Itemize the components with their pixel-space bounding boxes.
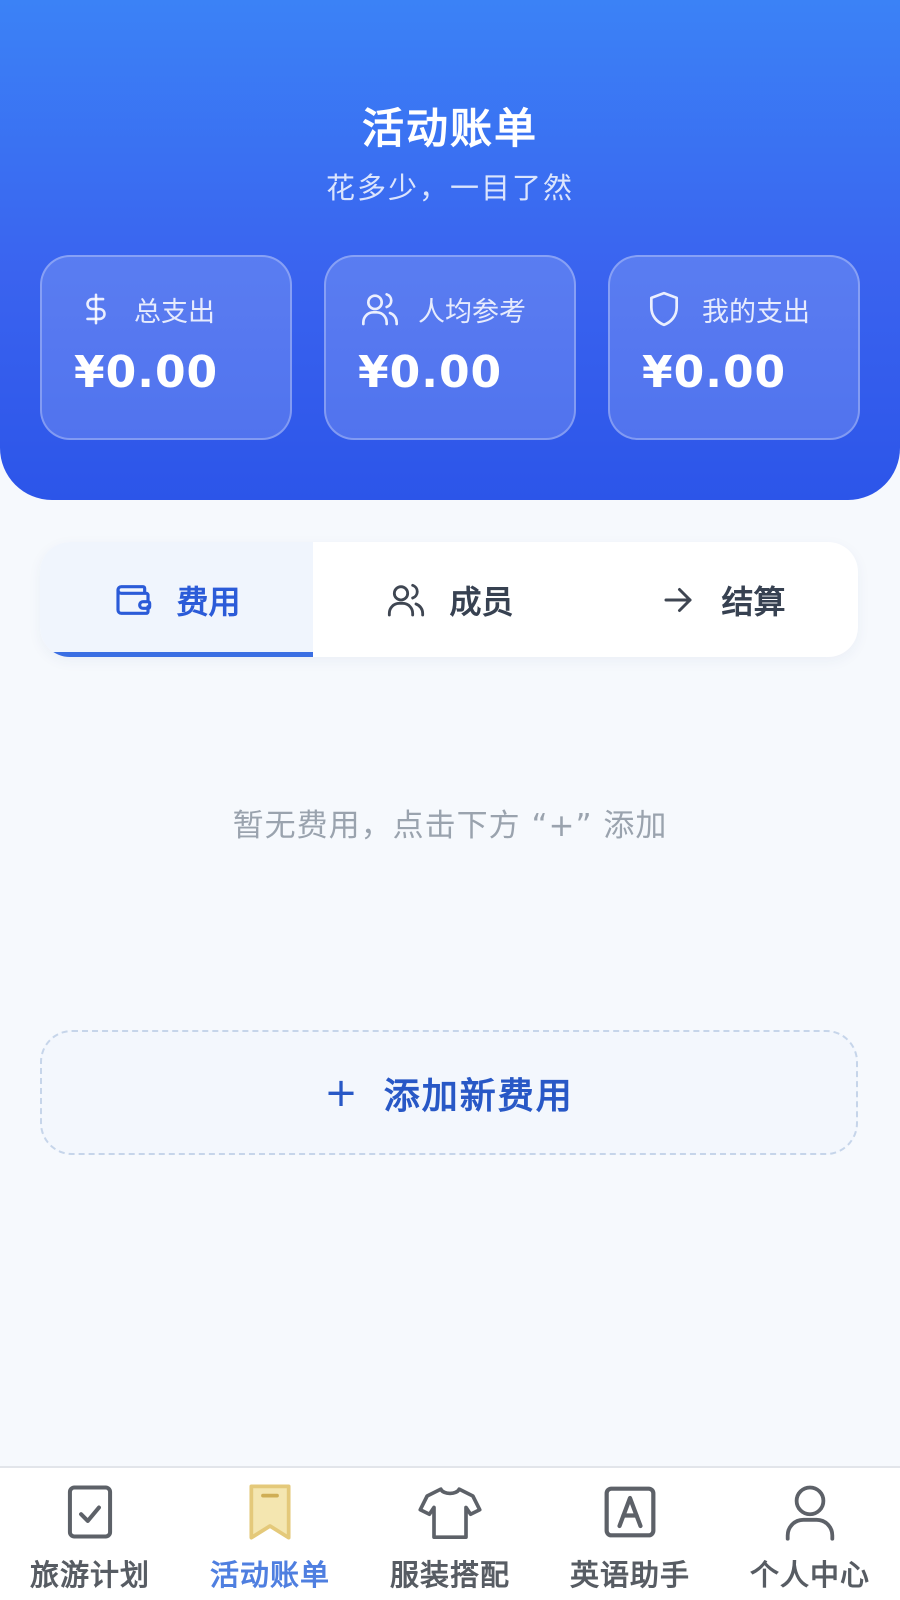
tab-expenses[interactable]: 费用	[40, 542, 313, 657]
stat-label: 我的支出	[702, 296, 810, 328]
empty-state-text: 暂无费用，点击下方 “+” 添加	[232, 808, 668, 844]
user-icon	[778, 1480, 842, 1544]
wallet-icon	[112, 579, 154, 621]
active-tab-indicator	[40, 652, 313, 657]
stat-card-per-person: 人均参考 ¥0.00	[324, 255, 576, 440]
header: 活动账单 花多少，一目了然 总支出 ¥0.00 人均参考 ¥0.00 我的支出 …	[0, 0, 900, 500]
nav-item-activity-bill[interactable]: 活动账单	[180, 1468, 360, 1600]
stat-card-total: 总支出 ¥0.00	[40, 255, 292, 440]
nav-label: 旅游计划	[29, 1558, 150, 1592]
nav-label: 服装搭配	[389, 1558, 510, 1592]
page-subtitle: 花多少，一目了然	[325, 171, 574, 205]
bottom-nav: 旅游计划 活动账单 服装搭配 英语助手 个人中心	[0, 1466, 900, 1600]
plus-icon: +	[324, 1069, 360, 1116]
tab-members[interactable]: 成员	[313, 542, 586, 657]
tab-settlement[interactable]: 结算	[585, 542, 858, 657]
tab-bar: 费用 成员 结算	[40, 542, 858, 657]
nav-item-profile[interactable]: 个人中心	[720, 1468, 900, 1600]
bookmark-icon	[238, 1480, 302, 1544]
stat-card-mine: 我的支出 ¥0.00	[608, 255, 860, 440]
nav-item-travel-plan[interactable]: 旅游计划	[0, 1468, 180, 1600]
stat-value: ¥0.00	[358, 347, 503, 398]
tshirt-icon	[418, 1480, 482, 1544]
add-expense-label: 添加新费用	[383, 1075, 574, 1117]
nav-item-english-assistant[interactable]: 英语助手	[540, 1468, 720, 1600]
nav-label: 个人中心	[749, 1558, 870, 1592]
page-title: 活动账单	[361, 104, 538, 153]
stat-value: ¥0.00	[642, 347, 787, 398]
stat-value: ¥0.00	[74, 347, 219, 398]
checklist-icon	[58, 1480, 122, 1544]
arrow-right-icon	[657, 579, 699, 621]
tab-label: 成员	[449, 582, 514, 621]
tab-label: 费用	[176, 582, 241, 621]
stat-label: 总支出	[134, 296, 215, 328]
stat-label: 人均参考	[418, 296, 526, 328]
nav-label: 活动账单	[209, 1558, 330, 1592]
tab-label: 结算	[721, 582, 786, 621]
add-expense-button[interactable]: + 添加新费用	[40, 1030, 858, 1155]
users-icon	[360, 289, 400, 329]
users-icon	[385, 579, 427, 621]
dollar-icon	[76, 289, 116, 329]
nav-item-outfit[interactable]: 服装搭配	[360, 1468, 540, 1600]
letter-a-icon	[598, 1480, 662, 1544]
shield-icon	[644, 289, 684, 329]
nav-label: 英语助手	[569, 1558, 690, 1592]
